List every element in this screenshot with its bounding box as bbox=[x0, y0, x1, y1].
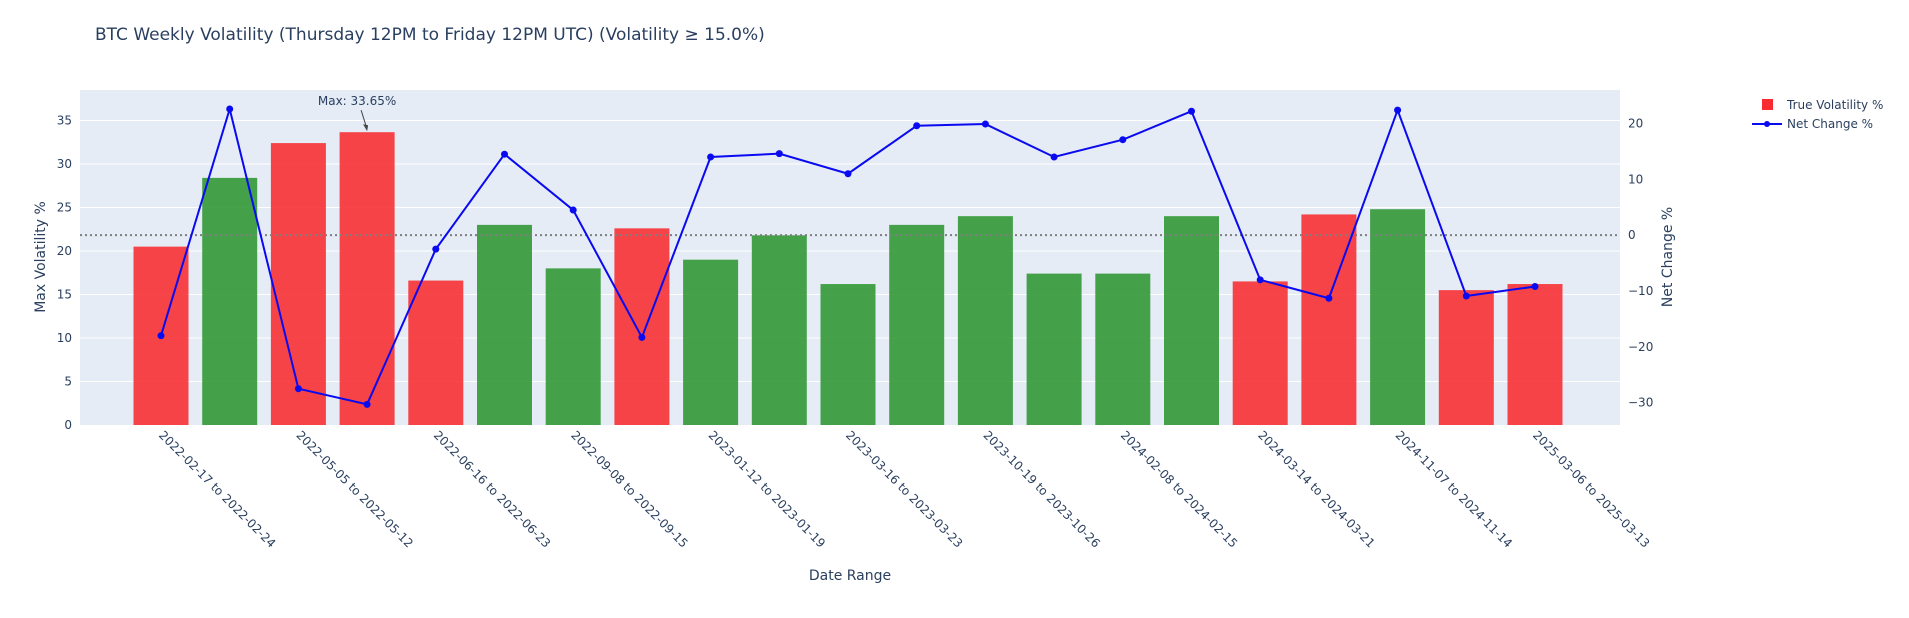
net-change-point bbox=[1050, 153, 1058, 161]
volatility-bar bbox=[408, 280, 464, 425]
net-change-point bbox=[775, 150, 783, 158]
x-tick-label: 2022-02-17 to 2022-02-24 bbox=[156, 428, 278, 550]
net-change-point bbox=[157, 332, 165, 340]
volatility-bar bbox=[614, 228, 670, 425]
volatility-bar bbox=[820, 284, 876, 425]
net-change-point bbox=[569, 206, 577, 214]
y2-tick-label: −20 bbox=[1628, 340, 1653, 354]
net-change-point bbox=[1119, 136, 1127, 144]
volatility-bar bbox=[683, 259, 739, 425]
legend: True Volatility % Net Change % bbox=[1752, 98, 1883, 131]
y-tick-label: 10 bbox=[57, 331, 72, 345]
x-tick-label: 2025-03-06 to 2025-03-13 bbox=[1530, 428, 1652, 550]
y-tick-label: 15 bbox=[57, 287, 72, 301]
net-change-point bbox=[707, 153, 715, 161]
volatility-bar bbox=[1370, 209, 1426, 425]
chart-title: BTC Weekly Volatility (Thursday 12PM to … bbox=[95, 25, 765, 45]
net-change-point bbox=[1325, 294, 1333, 302]
right-axis-ticks: −30 −20 −10 0 10 20 bbox=[1628, 117, 1653, 410]
y-tick-label: 35 bbox=[57, 113, 72, 127]
x-tick-label: 2024-03-14 to 2024-03-21 bbox=[1255, 428, 1377, 550]
volatility-bar bbox=[1438, 290, 1494, 425]
legend-marker-net-change bbox=[1764, 121, 1770, 127]
net-change-point bbox=[1188, 107, 1195, 115]
left-axis-ticks: 0 5 10 15 20 25 30 35 bbox=[57, 113, 72, 432]
y-tick-label: 20 bbox=[57, 244, 72, 258]
volatility-bar bbox=[545, 268, 601, 425]
net-change-point bbox=[501, 150, 508, 158]
y2-tick-label: 10 bbox=[1628, 172, 1643, 186]
y-tick-label: 5 bbox=[64, 374, 72, 388]
y2-axis-title: Net Change % bbox=[1660, 207, 1676, 307]
net-change-point bbox=[363, 400, 371, 408]
volatility-bar bbox=[477, 224, 532, 425]
volatility-bar bbox=[751, 235, 807, 425]
net-change-point bbox=[226, 105, 234, 113]
volatility-bar bbox=[202, 177, 258, 425]
net-change-point bbox=[1462, 292, 1470, 300]
net-change-point bbox=[294, 385, 302, 393]
legend-swatch-volatility bbox=[1762, 99, 1773, 110]
volatility-chart: BTC Weekly Volatility (Thursday 12PM to … bbox=[33, 25, 1883, 584]
y-tick-label: 30 bbox=[57, 157, 72, 171]
legend-label-volatility: True Volatility % bbox=[1786, 98, 1883, 112]
x-tick-label: 2023-01-12 to 2023-01-19 bbox=[706, 428, 828, 550]
x-tick-label: 2024-11-07 to 2024-11-14 bbox=[1393, 428, 1515, 550]
volatility-bar bbox=[957, 216, 1013, 425]
y2-tick-label: −30 bbox=[1628, 396, 1653, 410]
net-change-point bbox=[638, 333, 646, 341]
volatility-bar bbox=[1095, 273, 1151, 425]
net-change-point bbox=[1531, 283, 1539, 291]
x-tick-label: 2023-03-16 to 2023-03-23 bbox=[843, 428, 965, 550]
annotation-label: Max: 33.65% bbox=[318, 94, 396, 108]
x-tick-label: 2023-10-19 to 2023-10-26 bbox=[980, 428, 1102, 550]
volatility-bar bbox=[889, 224, 945, 425]
x-tick-label: 2024-02-08 to 2024-02-15 bbox=[1118, 428, 1240, 550]
x-tick-label: 2022-05-05 to 2022-05-12 bbox=[293, 428, 415, 550]
volatility-bar bbox=[1507, 284, 1563, 425]
volatility-bar bbox=[1026, 273, 1082, 425]
y2-tick-label: −10 bbox=[1628, 284, 1653, 298]
x-axis-title: Date Range bbox=[809, 568, 891, 584]
x-tick-label: 2022-09-08 to 2022-09-15 bbox=[568, 428, 690, 550]
x-axis-ticks: 2022-02-17 to 2022-02-24 2022-05-05 to 20… bbox=[156, 428, 1652, 550]
net-change-point bbox=[1256, 276, 1264, 284]
net-change-point bbox=[432, 245, 440, 253]
net-change-point bbox=[913, 122, 921, 130]
volatility-bar bbox=[1232, 281, 1288, 425]
volatility-bar bbox=[1164, 216, 1219, 425]
legend-label-net-change: Net Change % bbox=[1787, 117, 1873, 131]
volatility-bar bbox=[339, 132, 395, 425]
chart-root: BTC Weekly Volatility (Thursday 12PM to … bbox=[0, 0, 1909, 618]
net-change-point bbox=[844, 170, 852, 178]
y2-tick-label: 20 bbox=[1628, 117, 1643, 131]
volatility-bar bbox=[270, 143, 326, 425]
y-tick-label: 25 bbox=[57, 200, 72, 214]
x-tick-label: 2022-06-16 to 2022-06-23 bbox=[431, 428, 553, 550]
net-change-point bbox=[1394, 106, 1402, 114]
net-change-point bbox=[981, 120, 989, 128]
y2-tick-label: 0 bbox=[1628, 228, 1636, 242]
y-axis-title: Max Volatility % bbox=[33, 201, 49, 313]
y-tick-label: 0 bbox=[64, 418, 72, 432]
